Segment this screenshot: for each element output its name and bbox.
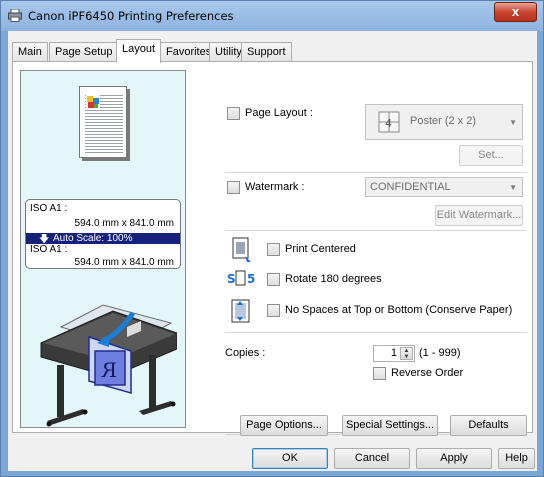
divider (225, 172, 527, 173)
watermark-checkbox[interactable] (227, 181, 240, 194)
page-layout-value: Poster (2 x 2) (410, 115, 477, 127)
info-output-size-value: 594.0 mm x 841.0 mm (74, 257, 174, 268)
preview-pane: ISO A1 : 594.0 mm x 841.0 mm 🡇 Auto Scal… (20, 70, 186, 428)
printer-illustration: R (40, 304, 177, 427)
paper-preview (79, 86, 127, 158)
reverse-order-label: Reverse Order (391, 367, 464, 379)
page-layout-checkbox[interactable] (227, 107, 240, 120)
info-input-size-label: ISO A1 : (30, 203, 68, 214)
close-button[interactable]: x (494, 2, 537, 22)
apply-button[interactable]: Apply (416, 448, 492, 469)
reverse-order-checkbox[interactable] (373, 367, 386, 380)
tab-page-setup[interactable]: Page Setup (49, 42, 119, 62)
watermark-select[interactable]: CONFIDENTIAL ▼ (365, 177, 523, 197)
tab-layout[interactable]: Layout (116, 39, 162, 63)
cancel-button[interactable]: Cancel (334, 448, 410, 469)
page-layout-label: Page Layout : (245, 107, 313, 119)
no-spaces-label: No Spaces at Top or Bottom (Conserve Pap… (285, 304, 513, 316)
rotate-180-checkbox[interactable] (267, 273, 280, 286)
window-title: Canon iPF6450 Printing Preferences (28, 9, 234, 23)
page-options-button[interactable]: Page Options... (240, 415, 328, 436)
print-centered-checkbox[interactable] (267, 243, 280, 256)
set-button[interactable]: Set... (459, 145, 523, 166)
poster-layout-icon-text: 4 (385, 117, 392, 130)
layout-tab-panel: ISO A1 : 594.0 mm x 841.0 mm 🡇 Auto Scal… (12, 61, 533, 435)
copies-spinner[interactable]: 1 ▲ ▼ (373, 345, 415, 362)
spinner-arrows-icon[interactable]: ▲ ▼ (400, 347, 413, 360)
chevron-down-icon: ▼ (509, 183, 517, 192)
divider (225, 332, 527, 333)
title-bar[interactable]: Canon iPF6450 Printing Preferences x (1, 1, 543, 31)
poster-logo-icon (86, 95, 100, 109)
edit-watermark-button[interactable]: Edit Watermark... (435, 205, 523, 226)
page-layout-select[interactable]: 4 Poster (2 x 2) ▼ (365, 104, 523, 140)
svg-text:S: S (227, 272, 236, 286)
watermark-value: CONFIDENTIAL (370, 181, 451, 193)
svg-text:5: 5 (247, 272, 255, 286)
printing-preferences-window: Canon iPF6450 Printing Preferences x Mai… (0, 0, 544, 477)
copies-label: Copies : (225, 347, 266, 359)
print-centered-icon (232, 237, 251, 262)
no-spaces-checkbox[interactable] (267, 304, 280, 317)
paper-info-box: ISO A1 : 594.0 mm x 841.0 mm 🡇 Auto Scal… (25, 199, 181, 269)
auto-scale-banner: 🡇 Auto Scale: 100% (26, 233, 180, 245)
divider (225, 230, 527, 231)
tab-support[interactable]: Support (241, 42, 292, 62)
copies-range: (1 - 999) (419, 347, 461, 359)
ok-button[interactable]: OK (252, 448, 328, 469)
info-output-size-label: ISO A1 : (30, 244, 68, 255)
watermark-label: Watermark : (245, 181, 305, 193)
info-input-size-value: 594.0 mm x 841.0 mm (74, 218, 174, 229)
printer-icon (8, 9, 22, 22)
dialog-client-area: Main Page Setup Layout Favorites Utility… (8, 31, 537, 471)
help-button[interactable]: Help (498, 448, 535, 469)
print-centered-label: Print Centered (285, 243, 356, 255)
tab-main[interactable]: Main (12, 42, 48, 62)
printed-letter: R (101, 358, 117, 382)
rotate-180-label: Rotate 180 degrees (285, 273, 382, 285)
poster-layout-icon: 4 (378, 111, 400, 133)
close-icon: x (511, 4, 520, 19)
auto-scale-label: Auto Scale: 100% (53, 233, 133, 244)
defaults-button[interactable]: Defaults (450, 415, 527, 436)
chevron-down-icon: ▼ (509, 118, 517, 127)
conserve-paper-icon (231, 299, 250, 323)
special-settings-button[interactable]: Special Settings... (342, 415, 438, 436)
rotate-180-icon: S 5 (227, 270, 255, 286)
copies-value: 1 (390, 347, 397, 359)
